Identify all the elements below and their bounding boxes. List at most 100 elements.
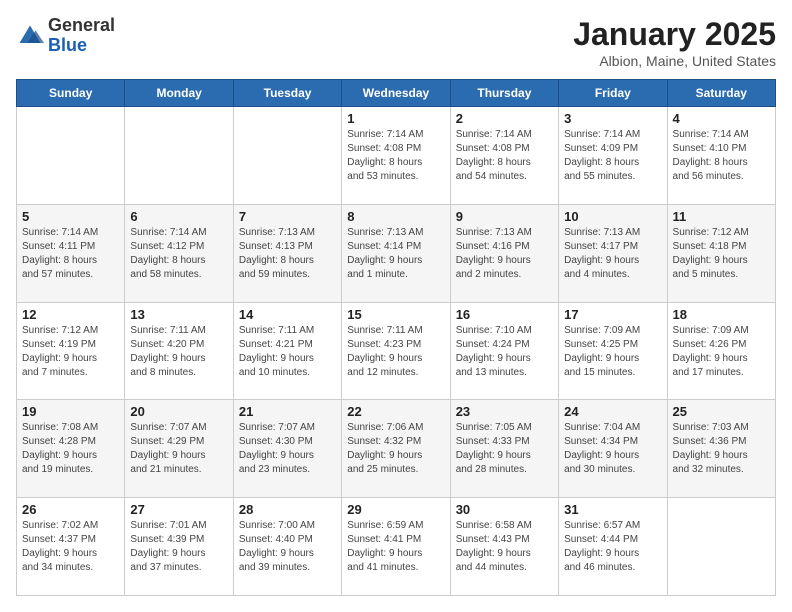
calendar-cell: 18 Sunrise: 7:09 AM Sunset: 4:26 PM Dayli… <box>667 302 775 400</box>
calendar-table: Sunday Monday Tuesday Wednesday Thursday… <box>16 79 776 596</box>
logo: General Blue <box>16 16 115 56</box>
calendar-cell: 30Sunrise: 6:58 AM Sunset: 4:43 PM Dayli… <box>450 498 558 596</box>
day-info: Sunrise: 7:02 AM Sunset: 4:37 PM Dayligh… <box>22 519 119 575</box>
day-number: 1 <box>347 111 444 126</box>
day-number: 5 <box>22 209 119 224</box>
day-number: 13 <box>130 307 227 322</box>
day-number: 17 <box>564 307 661 322</box>
calendar-cell: 15Sunrise: 7:11 AM Sunset: 4:23 PM Dayli… <box>342 302 450 400</box>
calendar-cell: 13 Sunrise: 7:11 AM Sunset: 4:20 PM Dayli… <box>125 302 233 400</box>
calendar-cell <box>667 498 775 596</box>
day-info: Sunrise: 7:14 AM Sunset: 4:08 PM Dayligh… <box>456 128 553 184</box>
day-number: 24 <box>564 404 661 419</box>
day-info: Sunrise: 7:07 AM Sunset: 4:30 PM Dayligh… <box>239 421 336 477</box>
day-info: Sunrise: 7:07 AM Sunset: 4:29 PM Dayligh… <box>130 421 227 477</box>
calendar-week-4: 26 Sunrise: 7:02 AM Sunset: 4:37 PM Dayli… <box>17 498 776 596</box>
day-info: Sunrise: 6:59 AM Sunset: 4:41 PM Dayligh… <box>347 519 444 575</box>
day-number: 14 <box>239 307 336 322</box>
calendar-week-0: 1 Sunrise: 7:14 AM Sunset: 4:08 PM Daylig… <box>17 107 776 205</box>
day-number: 26 <box>22 502 119 517</box>
day-number: 8 <box>347 209 444 224</box>
calendar-cell: 6 Sunrise: 7:14 AM Sunset: 4:12 PM Daylig… <box>125 204 233 302</box>
calendar-cell <box>125 107 233 205</box>
calendar-cell: 1 Sunrise: 7:14 AM Sunset: 4:08 PM Daylig… <box>342 107 450 205</box>
day-info: Sunrise: 7:01 AM Sunset: 4:39 PM Dayligh… <box>130 519 227 575</box>
day-number: 22 <box>347 404 444 419</box>
day-info: Sunrise: 7:09 AM Sunset: 4:26 PM Dayligh… <box>673 324 770 380</box>
day-number: 16 <box>456 307 553 322</box>
day-info: Sunrise: 6:58 AM Sunset: 4:43 PM Dayligh… <box>456 519 553 575</box>
calendar-cell: 16Sunrise: 7:10 AM Sunset: 4:24 PM Dayli… <box>450 302 558 400</box>
col-friday: Friday <box>559 80 667 107</box>
day-info: Sunrise: 7:14 AM Sunset: 4:09 PM Dayligh… <box>564 128 661 184</box>
calendar-cell: 17 Sunrise: 7:09 AM Sunset: 4:25 PM Dayli… <box>559 302 667 400</box>
day-info: Sunrise: 7:12 AM Sunset: 4:19 PM Dayligh… <box>22 324 119 380</box>
col-saturday: Saturday <box>667 80 775 107</box>
calendar-cell: 29 Sunrise: 6:59 AM Sunset: 4:41 PM Dayli… <box>342 498 450 596</box>
calendar-cell: 26 Sunrise: 7:02 AM Sunset: 4:37 PM Dayli… <box>17 498 125 596</box>
day-number: 2 <box>456 111 553 126</box>
day-number: 23 <box>456 404 553 419</box>
day-info: Sunrise: 7:13 AM Sunset: 4:13 PM Dayligh… <box>239 226 336 282</box>
day-info: Sunrise: 7:05 AM Sunset: 4:33 PM Dayligh… <box>456 421 553 477</box>
calendar-cell: 5Sunrise: 7:14 AM Sunset: 4:11 PM Daylig… <box>17 204 125 302</box>
day-info: Sunrise: 7:14 AM Sunset: 4:12 PM Dayligh… <box>130 226 227 282</box>
day-number: 28 <box>239 502 336 517</box>
day-info: Sunrise: 7:11 AM Sunset: 4:21 PM Dayligh… <box>239 324 336 380</box>
day-number: 9 <box>456 209 553 224</box>
calendar-cell: 3Sunrise: 7:14 AM Sunset: 4:09 PM Daylig… <box>559 107 667 205</box>
day-number: 25 <box>673 404 770 419</box>
day-number: 29 <box>347 502 444 517</box>
calendar-cell: 12 Sunrise: 7:12 AM Sunset: 4:19 PM Dayli… <box>17 302 125 400</box>
day-info: Sunrise: 7:11 AM Sunset: 4:20 PM Dayligh… <box>130 324 227 380</box>
title-block: January 2025 Albion, Maine, United State… <box>573 16 776 69</box>
day-number: 10 <box>564 209 661 224</box>
calendar-cell: 2 Sunrise: 7:14 AM Sunset: 4:08 PM Daylig… <box>450 107 558 205</box>
calendar-cell: 21 Sunrise: 7:07 AM Sunset: 4:30 PM Dayli… <box>233 400 341 498</box>
col-wednesday: Wednesday <box>342 80 450 107</box>
day-number: 21 <box>239 404 336 419</box>
logo-blue: Blue <box>48 36 115 56</box>
day-info: Sunrise: 7:06 AM Sunset: 4:32 PM Dayligh… <box>347 421 444 477</box>
day-info: Sunrise: 7:14 AM Sunset: 4:08 PM Dayligh… <box>347 128 444 184</box>
day-number: 19 <box>22 404 119 419</box>
calendar-cell <box>17 107 125 205</box>
day-info: Sunrise: 7:08 AM Sunset: 4:28 PM Dayligh… <box>22 421 119 477</box>
day-info: Sunrise: 7:13 AM Sunset: 4:16 PM Dayligh… <box>456 226 553 282</box>
day-info: Sunrise: 7:09 AM Sunset: 4:25 PM Dayligh… <box>564 324 661 380</box>
day-info: Sunrise: 7:00 AM Sunset: 4:40 PM Dayligh… <box>239 519 336 575</box>
calendar-cell: 22 Sunrise: 7:06 AM Sunset: 4:32 PM Dayli… <box>342 400 450 498</box>
calendar-cell: 11 Sunrise: 7:12 AM Sunset: 4:18 PM Dayli… <box>667 204 775 302</box>
day-number: 4 <box>673 111 770 126</box>
day-number: 15 <box>347 307 444 322</box>
day-info: Sunrise: 6:57 AM Sunset: 4:44 PM Dayligh… <box>564 519 661 575</box>
calendar-cell: 7 Sunrise: 7:13 AM Sunset: 4:13 PM Daylig… <box>233 204 341 302</box>
day-number: 6 <box>130 209 227 224</box>
day-number: 18 <box>673 307 770 322</box>
calendar-cell: 28 Sunrise: 7:00 AM Sunset: 4:40 PM Dayli… <box>233 498 341 596</box>
day-number: 7 <box>239 209 336 224</box>
day-number: 11 <box>673 209 770 224</box>
calendar-week-2: 12 Sunrise: 7:12 AM Sunset: 4:19 PM Dayli… <box>17 302 776 400</box>
calendar-cell: 23 Sunrise: 7:05 AM Sunset: 4:33 PM Dayli… <box>450 400 558 498</box>
calendar-cell: 9 Sunrise: 7:13 AM Sunset: 4:16 PM Daylig… <box>450 204 558 302</box>
calendar-cell: 8 Sunrise: 7:13 AM Sunset: 4:14 PM Daylig… <box>342 204 450 302</box>
header: General Blue January 2025 Albion, Maine,… <box>16 16 776 69</box>
day-info: Sunrise: 7:14 AM Sunset: 4:10 PM Dayligh… <box>673 128 770 184</box>
day-info: Sunrise: 7:12 AM Sunset: 4:18 PM Dayligh… <box>673 226 770 282</box>
day-info: Sunrise: 7:03 AM Sunset: 4:36 PM Dayligh… <box>673 421 770 477</box>
day-number: 20 <box>130 404 227 419</box>
page: General Blue January 2025 Albion, Maine,… <box>0 0 792 612</box>
day-number: 12 <box>22 307 119 322</box>
calendar-cell: 14 Sunrise: 7:11 AM Sunset: 4:21 PM Dayli… <box>233 302 341 400</box>
day-info: Sunrise: 7:13 AM Sunset: 4:14 PM Dayligh… <box>347 226 444 282</box>
calendar-cell: 19 Sunrise: 7:08 AM Sunset: 4:28 PM Dayli… <box>17 400 125 498</box>
subtitle: Albion, Maine, United States <box>573 53 776 69</box>
logo-text: General Blue <box>48 16 115 56</box>
calendar-cell: 31Sunrise: 6:57 AM Sunset: 4:44 PM Dayli… <box>559 498 667 596</box>
day-info: Sunrise: 7:04 AM Sunset: 4:34 PM Dayligh… <box>564 421 661 477</box>
col-thursday: Thursday <box>450 80 558 107</box>
calendar-week-1: 5Sunrise: 7:14 AM Sunset: 4:11 PM Daylig… <box>17 204 776 302</box>
main-title: January 2025 <box>573 16 776 53</box>
calendar-cell: 25 Sunrise: 7:03 AM Sunset: 4:36 PM Dayli… <box>667 400 775 498</box>
